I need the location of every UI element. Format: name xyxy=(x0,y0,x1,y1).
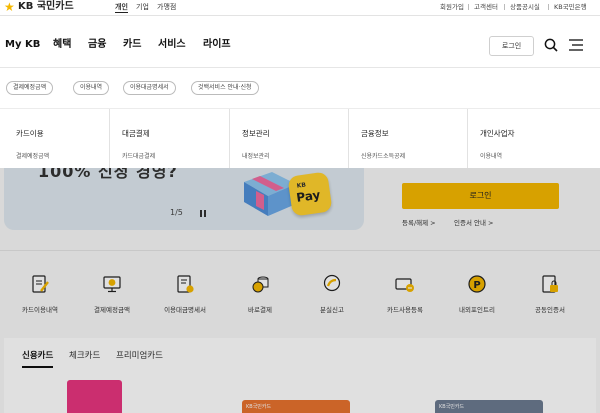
statement-check-icon xyxy=(177,275,194,293)
quick-menu-bar: 결제예정금액 이용내역 이용대금명세서 것백서비스 안내·신청 xyxy=(0,68,600,108)
quick-pill-usage-history[interactable]: 이용내역 xyxy=(73,81,110,95)
star-icon: ★ xyxy=(4,0,15,14)
category-card-usage[interactable]: 카드이용 결제예정금액 xyxy=(4,109,110,169)
util-divider xyxy=(504,4,505,10)
service-label: 카드사용등록 xyxy=(387,306,423,314)
util-divider xyxy=(548,4,549,10)
category-info-management[interactable]: 정보관리 내정보관리 xyxy=(229,109,348,169)
card-product-panel: 신용카드 체크카드 프리미엄카드 KB국민카드 KB국민카드 xyxy=(4,338,596,413)
main-nav: My KB 혜택 금융 카드 서비스 라이프 로그인 xyxy=(0,26,600,68)
category-title[interactable]: 개인사업자 xyxy=(480,129,515,139)
pay-badge-kb: KB xyxy=(296,181,307,190)
promo-banner[interactable]: 100% 신청 경영? KB Pay 1/5 xyxy=(4,168,364,230)
card-image-gray[interactable]: KB국민카드 xyxy=(435,400,543,413)
category-financial-info[interactable]: 금융정보 신용카드소득공제 xyxy=(348,109,467,169)
util-link-kb-bank[interactable]: KB국민은행 xyxy=(554,2,587,12)
segment-merchant[interactable]: 가맹점 xyxy=(157,2,176,12)
category-title[interactable]: 정보관리 xyxy=(242,129,270,139)
category-sub-link[interactable]: 카드대금결제 xyxy=(122,153,155,161)
category-payment[interactable]: 대금결제 카드대금결제 xyxy=(109,109,228,169)
document-pen-icon xyxy=(32,275,49,293)
service-label: 바로결제 xyxy=(248,306,272,314)
card-image-orange[interactable]: KB국민카드 xyxy=(242,400,350,413)
banner-pager: 1/5 xyxy=(170,208,183,217)
cert-register-link[interactable]: 등록/해제 > xyxy=(402,219,436,228)
nav-finance[interactable]: 금융 xyxy=(88,38,106,52)
category-sub-link[interactable]: 결제예정금액 xyxy=(16,153,49,161)
kb-pay-badge: KB Pay xyxy=(287,171,333,217)
point-coin-icon: P xyxy=(468,275,486,293)
quick-pill-payment-due[interactable]: 결제예정금액 xyxy=(6,81,54,95)
search-icon[interactable] xyxy=(544,38,558,52)
nav-service[interactable]: 서비스 xyxy=(158,38,186,52)
certificate-lock-icon xyxy=(542,275,558,293)
tab-credit-card[interactable]: 신용카드 xyxy=(22,350,54,368)
pause-icon[interactable] xyxy=(200,210,207,217)
monitor-won-icon xyxy=(103,276,121,293)
card-image-pink[interactable] xyxy=(67,380,122,413)
service-label: 공동인증서 xyxy=(535,306,565,314)
logo-text: KB 국민카드 xyxy=(18,1,74,12)
tab-premium-card[interactable]: 프리미엄카드 xyxy=(116,350,163,362)
service-pointree[interactable]: P 내외포인트리 xyxy=(445,274,509,318)
service-direct-pay[interactable]: 바로결제 xyxy=(228,274,292,318)
nav-benefits[interactable]: 혜택 xyxy=(53,38,71,52)
category-menu-row: 카드이용 결제예정금액 대금결제 카드대금결제 정보관리 내정보관리 금융정보 … xyxy=(0,108,600,169)
cert-guide-link[interactable]: 인증서 안내 > xyxy=(454,219,493,228)
main-login-button[interactable]: 로그인 xyxy=(402,183,559,209)
quick-pill-cashback-service[interactable]: 것백서비스 안내·신청 xyxy=(191,81,259,95)
pay-badge-word: Pay xyxy=(295,187,322,205)
service-label: 분실신고 xyxy=(320,306,344,314)
nav-card[interactable]: 카드 xyxy=(123,38,141,52)
banner-headline: 100% 신청 경영? xyxy=(38,168,178,181)
service-label: 결제예정금액 xyxy=(94,306,130,314)
service-joint-certificate[interactable]: 공동인증서 xyxy=(518,274,582,318)
header-login-button[interactable]: 로그인 xyxy=(489,36,534,56)
service-card-usage[interactable]: 카드이용내역 xyxy=(8,274,72,318)
category-sub-link[interactable]: 이용내역 xyxy=(480,153,502,161)
util-link-signup[interactable]: 회원가입 xyxy=(440,2,464,12)
category-sole-proprietor[interactable]: 개인사업자 이용내역 xyxy=(467,109,596,169)
card-label: KB국민카드 xyxy=(246,404,272,410)
section-divider xyxy=(0,250,600,251)
card-label: KB국민카드 xyxy=(439,404,465,410)
category-title[interactable]: 카드이용 xyxy=(16,129,44,139)
phone-bubble-icon xyxy=(323,274,341,292)
category-sub-link[interactable]: 내정보관리 xyxy=(242,153,270,161)
category-sub-link[interactable]: 신용카드소득공제 xyxy=(361,153,405,161)
hamburger-menu-icon[interactable] xyxy=(569,39,583,51)
top-utility-bar: ★ KB 국민카드 개인 기업 가맹점 회원가입 고객센터 상품공시실 KB국민… xyxy=(0,0,600,16)
tab-check-card[interactable]: 체크카드 xyxy=(69,350,100,362)
service-statement[interactable]: 이용대금명세서 xyxy=(153,274,217,318)
category-title[interactable]: 대금결제 xyxy=(122,129,150,139)
service-loss-report[interactable]: 분실신고 xyxy=(300,274,364,318)
util-link-disclosure[interactable]: 상품공시실 xyxy=(510,2,540,12)
kb-logo[interactable]: ★ KB 국민카드 xyxy=(4,1,74,13)
card-add-icon xyxy=(395,278,414,292)
segment-personal[interactable]: 개인 xyxy=(115,2,128,13)
page-content: 100% 신청 경영? KB Pay 1/5 로그인 등록/해제 > 인증서 안… xyxy=(0,168,600,413)
quick-pill-statement[interactable]: 이용대금명세서 xyxy=(123,81,176,95)
segment-business[interactable]: 기업 xyxy=(136,2,149,12)
coins-icon xyxy=(252,276,269,293)
service-payment-due[interactable]: 결제예정금액 xyxy=(80,274,144,318)
nav-my-kb[interactable]: My KB xyxy=(5,38,40,52)
nav-life[interactable]: 라이프 xyxy=(203,38,231,52)
service-label: 내외포인트리 xyxy=(459,306,495,314)
util-link-customer-center[interactable]: 고객센터 xyxy=(474,2,498,12)
category-title[interactable]: 금융정보 xyxy=(361,129,389,139)
svg-text:P: P xyxy=(473,280,480,291)
service-label: 이용대금명세서 xyxy=(164,306,206,314)
util-divider xyxy=(468,4,469,10)
service-card-register[interactable]: 카드사용등록 xyxy=(373,274,437,318)
service-label: 카드이용내역 xyxy=(22,306,58,314)
